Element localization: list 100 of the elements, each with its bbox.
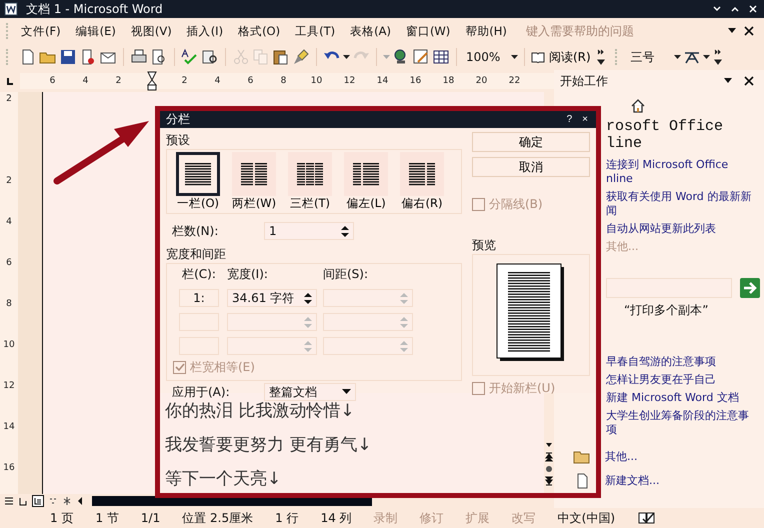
menu-item[interactable]: 文件(F) <box>17 24 72 38</box>
menu-item[interactable]: 格式(O) <box>234 24 292 38</box>
ruler-number: 18 <box>442 76 456 86</box>
menu-item[interactable]: 插入(I) <box>182 24 234 38</box>
close-icon[interactable] <box>744 26 754 36</box>
new-document-link[interactable]: 新建文档... <box>605 474 660 488</box>
close-icon[interactable] <box>744 76 754 86</box>
status-item: 1 页 <box>50 510 74 526</box>
dropdown-arrow-icon[interactable] <box>511 54 518 60</box>
ruler-number: 8 <box>6 298 12 311</box>
column-count-field[interactable]: 1 <box>264 222 354 240</box>
status-item: 修订 <box>420 510 444 526</box>
research-icon[interactable] <box>201 48 219 66</box>
next-page-icon[interactable] <box>545 476 553 486</box>
width-field[interactable]: 34.61 字符 <box>227 289 317 307</box>
status-item: 改写 <box>512 510 536 526</box>
toolbar-options-icon[interactable] <box>596 48 605 66</box>
grip-handle[interactable] <box>6 23 11 39</box>
paste-icon[interactable] <box>272 48 290 66</box>
zoom-dropdown[interactable]: 100% <box>463 50 509 64</box>
column-number-field <box>179 337 219 355</box>
column-header: 间距(S): <box>323 266 370 283</box>
close-button[interactable]: × <box>578 114 592 125</box>
search-field[interactable] <box>606 278 732 298</box>
menu-item[interactable]: 帮助(H) <box>461 24 518 38</box>
read-button[interactable]: 阅读(R) <box>547 48 593 66</box>
drawing-icon[interactable] <box>412 48 430 66</box>
task-pane-link[interactable]: 自动从网站更新此列表 <box>606 222 760 236</box>
indent-marker-icon[interactable] <box>146 71 158 91</box>
ruler-number: 2 <box>114 76 122 86</box>
folder-icon <box>573 449 591 465</box>
recent-document-link[interactable]: 怎样让男友更在乎自己 <box>606 373 760 387</box>
ruler-number: 2 <box>6 175 12 188</box>
task-pane-title: 开始工作 <box>560 72 608 90</box>
ruler-number: 16 <box>408 76 422 86</box>
ruler-number: 22 <box>508 76 522 86</box>
save-icon[interactable] <box>59 48 77 66</box>
grip-handle[interactable] <box>614 49 620 65</box>
status-item: 1 行 <box>275 510 299 526</box>
home-icon[interactable] <box>630 98 646 114</box>
help-search-field[interactable]: 键入需要帮助的问题 <box>524 23 688 39</box>
apply-to-label: 应用于(A): <box>172 384 231 400</box>
spin-arrows-icon[interactable] <box>304 292 312 304</box>
dropdown-arrow-icon[interactable] <box>343 54 350 60</box>
dropdown-arrow-icon[interactable] <box>728 28 736 34</box>
window-title: 文档 1 - Microsoft Word <box>26 0 163 18</box>
group-label: 预设 <box>166 132 190 149</box>
dropdown-arrow-icon[interactable] <box>702 54 710 60</box>
ruler-number: 2 <box>180 76 188 86</box>
help-button[interactable]: ? <box>562 114 576 125</box>
menu-item[interactable]: 工具(T) <box>291 24 346 38</box>
print-view-icon[interactable] <box>32 495 44 507</box>
outline-view-icon[interactable] <box>48 496 58 506</box>
task-pane-link[interactable]: 获取有关使用 Word 的最新新 闻 <box>606 190 760 218</box>
dropdown-arrow-icon[interactable] <box>674 54 681 60</box>
scroll-left-icon[interactable] <box>76 496 84 506</box>
dropdown-arrow-icon[interactable] <box>342 389 351 395</box>
checkbox-label: 分隔线(B) <box>489 196 543 213</box>
spin-arrows-icon[interactable] <box>341 226 349 236</box>
previous-page-icon[interactable] <box>545 452 553 462</box>
book-icon <box>531 51 545 63</box>
menu-item[interactable]: 窗口(W) <box>402 24 462 38</box>
column-header: 栏(C): <box>181 266 217 283</box>
font-size-dropdown[interactable]: 三号 <box>628 48 672 66</box>
recent-document-link[interactable]: 新建 Microsoft Word 文档 <box>606 391 760 405</box>
ruler-number: 20 <box>474 76 488 86</box>
browse-object-icon[interactable] <box>545 465 553 473</box>
dropdown-arrow-icon[interactable] <box>724 78 732 84</box>
ruler-number: 2 <box>6 93 12 106</box>
text-direction-icon[interactable] <box>682 49 701 65</box>
normal-view-icon[interactable] <box>4 496 14 506</box>
dialog-button[interactable]: 确定 <box>472 132 590 152</box>
menu-item[interactable]: 表格(A) <box>346 24 402 38</box>
brush-icon[interactable] <box>292 48 310 66</box>
toolbar-options-icon[interactable] <box>714 48 722 66</box>
group-label: 宽度和间距 <box>166 246 226 263</box>
status-item: 位置 2.5厘米 <box>182 510 254 526</box>
scroll-down-icon[interactable] <box>545 441 553 449</box>
spelling-status-icon[interactable] <box>637 511 658 525</box>
tab-selector-icon[interactable] <box>4 75 16 87</box>
more-documents-link[interactable]: 其他... <box>605 450 638 464</box>
recent-document-link[interactable]: 大学生创业筹备阶段的注意事 项 <box>606 409 760 437</box>
status-item: 1 节 <box>95 510 119 526</box>
grip-handle[interactable] <box>6 49 11 65</box>
dialog-title: 分栏 <box>166 111 190 128</box>
reading-view-icon[interactable] <box>62 496 72 506</box>
apply-to-dropdown[interactable]: 整篇文档 <box>264 383 356 401</box>
recent-document-link[interactable]: 早春自驾游的注意事项 <box>606 355 760 369</box>
dialog-button[interactable]: 取消 <box>472 157 590 177</box>
task-pane-link[interactable]: 连接到 Microsoft Office nline <box>606 158 760 186</box>
spelling-icon[interactable] <box>181 48 199 66</box>
ruler-number: 12 <box>3 380 15 393</box>
menu-item[interactable]: 编辑(E) <box>72 24 127 38</box>
menu-item[interactable]: 视图(V) <box>126 24 183 38</box>
table-icon[interactable] <box>432 48 450 66</box>
task-pane-heading: rosoft Office line <box>606 118 724 152</box>
document-text-line: 你的热泪 比我激动怜惜↓ <box>165 400 356 423</box>
document-text-line: 等下一个天亮↓ <box>165 468 282 491</box>
column-number: 1: <box>179 289 219 307</box>
web-view-icon[interactable] <box>18 496 28 506</box>
